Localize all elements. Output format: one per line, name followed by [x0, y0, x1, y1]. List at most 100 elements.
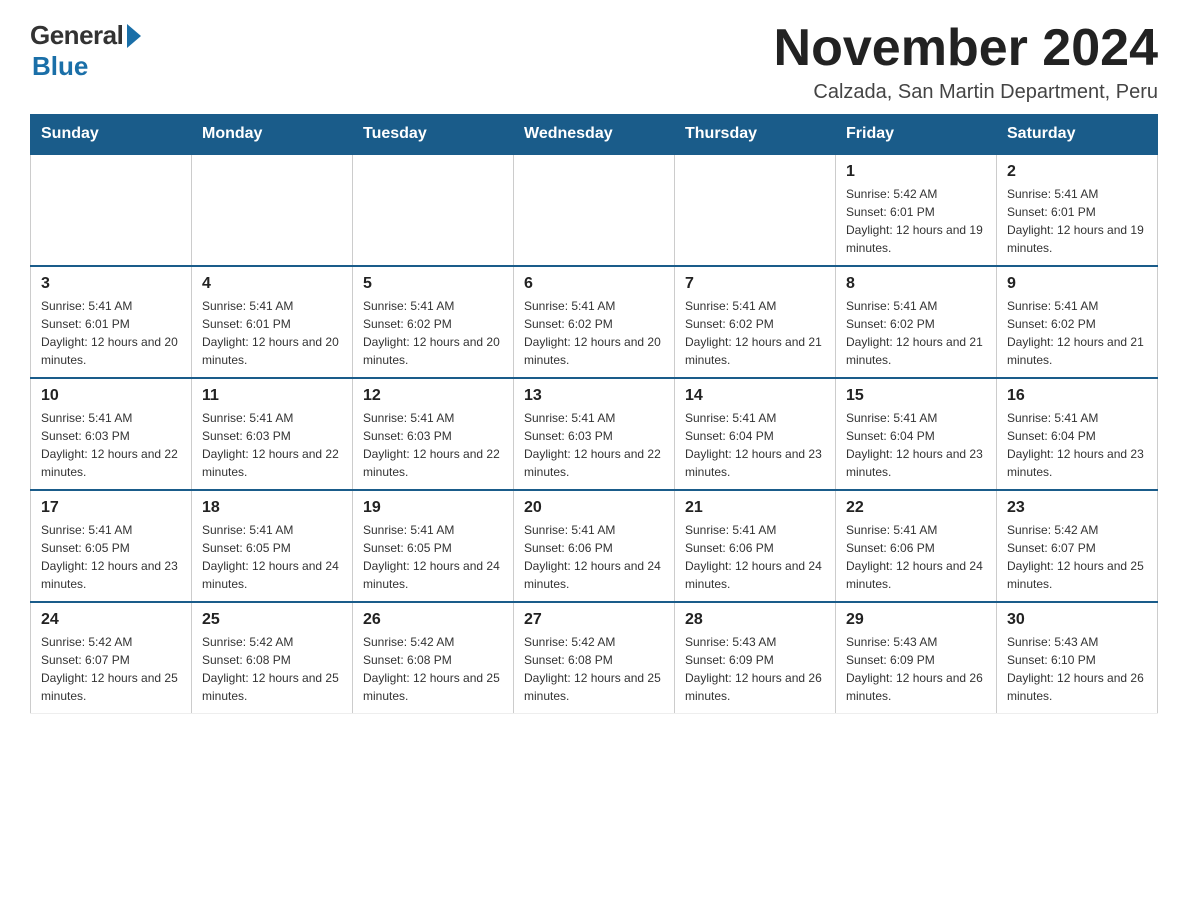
calendar-cell: 23 Sunrise: 5:42 AMSunset: 6:07 PMDayligh… [997, 490, 1158, 602]
day-info: Sunrise: 5:41 AMSunset: 6:02 PMDaylight:… [685, 297, 825, 369]
logo-blue-text: Blue [32, 51, 88, 82]
main-title: November 2024 [774, 20, 1158, 77]
day-info: Sunrise: 5:41 AMSunset: 6:02 PMDaylight:… [1007, 297, 1147, 369]
day-info: Sunrise: 5:42 AMSunset: 6:08 PMDaylight:… [363, 633, 503, 705]
day-number: 17 [41, 499, 181, 517]
calendar-cell: 30 Sunrise: 5:43 AMSunset: 6:10 PMDayligh… [997, 602, 1158, 714]
day-number: 6 [524, 275, 664, 293]
header-saturday: Saturday [997, 115, 1158, 155]
calendar-cell: 21 Sunrise: 5:41 AMSunset: 6:06 PMDayligh… [675, 490, 836, 602]
day-info: Sunrise: 5:42 AMSunset: 6:07 PMDaylight:… [41, 633, 181, 705]
calendar-cell: 18 Sunrise: 5:41 AMSunset: 6:05 PMDayligh… [192, 490, 353, 602]
day-number: 13 [524, 387, 664, 405]
day-number: 24 [41, 611, 181, 629]
calendar-cell: 22 Sunrise: 5:41 AMSunset: 6:06 PMDayligh… [836, 490, 997, 602]
calendar-cell: 1Sunrise: 5:42 AMSunset: 6:01 PMDaylight… [836, 154, 997, 266]
day-info: Sunrise: 5:41 AMSunset: 6:06 PMDaylight:… [685, 521, 825, 593]
calendar-cell: 27 Sunrise: 5:42 AMSunset: 6:08 PMDayligh… [514, 602, 675, 714]
logo-arrow-icon [127, 24, 141, 48]
day-info: Sunrise: 5:41 AMSunset: 6:01 PMDaylight:… [1007, 185, 1147, 257]
day-number: 27 [524, 611, 664, 629]
day-info: Sunrise: 5:41 AMSunset: 6:03 PMDaylight:… [202, 409, 342, 481]
calendar-cell: 24 Sunrise: 5:42 AMSunset: 6:07 PMDayligh… [31, 602, 192, 714]
calendar-week-row: 10 Sunrise: 5:41 AMSunset: 6:03 PMDayligh… [31, 378, 1158, 490]
day-info: Sunrise: 5:41 AMSunset: 6:01 PMDaylight:… [41, 297, 181, 369]
day-info: Sunrise: 5:41 AMSunset: 6:04 PMDaylight:… [846, 409, 986, 481]
calendar-cell: 6 Sunrise: 5:41 AMSunset: 6:02 PMDaylight… [514, 266, 675, 378]
day-number: 2 [1007, 163, 1147, 181]
calendar-cell: 26 Sunrise: 5:42 AMSunset: 6:08 PMDayligh… [353, 602, 514, 714]
day-info: Sunrise: 5:42 AMSunset: 6:07 PMDaylight:… [1007, 521, 1147, 593]
day-info: Sunrise: 5:41 AMSunset: 6:02 PMDaylight:… [524, 297, 664, 369]
day-number: 10 [41, 387, 181, 405]
header-tuesday: Tuesday [353, 115, 514, 155]
day-number: 22 [846, 499, 986, 517]
calendar-header-row: SundayMondayTuesdayWednesdayThursdayFrid… [31, 115, 1158, 155]
day-info: Sunrise: 5:41 AMSunset: 6:04 PMDaylight:… [685, 409, 825, 481]
day-number: 30 [1007, 611, 1147, 629]
day-info: Sunrise: 5:43 AMSunset: 6:09 PMDaylight:… [685, 633, 825, 705]
calendar-cell: 20 Sunrise: 5:41 AMSunset: 6:06 PMDayligh… [514, 490, 675, 602]
header-wednesday: Wednesday [514, 115, 675, 155]
day-info: Sunrise: 5:41 AMSunset: 6:02 PMDaylight:… [846, 297, 986, 369]
day-info: Sunrise: 5:43 AMSunset: 6:10 PMDaylight:… [1007, 633, 1147, 705]
day-number: 16 [1007, 387, 1147, 405]
day-info: Sunrise: 5:41 AMSunset: 6:03 PMDaylight:… [524, 409, 664, 481]
day-info: Sunrise: 5:41 AMSunset: 6:06 PMDaylight:… [524, 521, 664, 593]
calendar-cell: 10Sunrise: 5:41 AMSunset: 6:03 PMDayligh… [31, 378, 192, 490]
day-info: Sunrise: 5:41 AMSunset: 6:05 PMDaylight:… [202, 521, 342, 593]
day-number: 11 [202, 387, 342, 405]
title-area: November 2024 Calzada, San Martin Depart… [774, 20, 1158, 104]
day-number: 14 [685, 387, 825, 405]
day-number: 3 [41, 275, 181, 293]
day-number: 28 [685, 611, 825, 629]
logo: General Blue [30, 20, 141, 82]
day-info: Sunrise: 5:41 AMSunset: 6:03 PMDaylight:… [363, 409, 503, 481]
calendar-week-row: 17 Sunrise: 5:41 AMSunset: 6:05 PMDayligh… [31, 490, 1158, 602]
day-info: Sunrise: 5:41 AMSunset: 6:06 PMDaylight:… [846, 521, 986, 593]
calendar-cell: 8 Sunrise: 5:41 AMSunset: 6:02 PMDaylight… [836, 266, 997, 378]
day-number: 26 [363, 611, 503, 629]
day-number: 21 [685, 499, 825, 517]
calendar-cell: 25Sunrise: 5:42 AMSunset: 6:08 PMDayligh… [192, 602, 353, 714]
day-number: 18 [202, 499, 342, 517]
day-number: 23 [1007, 499, 1147, 517]
header-sunday: Sunday [31, 115, 192, 155]
calendar-week-row: 3 Sunrise: 5:41 AMSunset: 6:01 PMDaylight… [31, 266, 1158, 378]
calendar-cell: 16 Sunrise: 5:41 AMSunset: 6:04 PMDayligh… [997, 378, 1158, 490]
day-info: Sunrise: 5:42 AMSunset: 6:01 PMDaylight:… [846, 185, 986, 257]
calendar-cell: 28 Sunrise: 5:43 AMSunset: 6:09 PMDayligh… [675, 602, 836, 714]
day-number: 9 [1007, 275, 1147, 293]
day-number: 7 [685, 275, 825, 293]
day-info: Sunrise: 5:41 AMSunset: 6:04 PMDaylight:… [1007, 409, 1147, 481]
logo-general-text: General [30, 20, 123, 51]
calendar-cell: 4Sunrise: 5:41 AMSunset: 6:01 PMDaylight… [192, 266, 353, 378]
calendar-cell [31, 154, 192, 266]
day-number: 19 [363, 499, 503, 517]
calendar-cell: 13 Sunrise: 5:41 AMSunset: 6:03 PMDayligh… [514, 378, 675, 490]
calendar-cell: 19 Sunrise: 5:41 AMSunset: 6:05 PMDayligh… [353, 490, 514, 602]
calendar-cell: 7 Sunrise: 5:41 AMSunset: 6:02 PMDaylight… [675, 266, 836, 378]
calendar-table: SundayMondayTuesdayWednesdayThursdayFrid… [30, 114, 1158, 714]
day-info: Sunrise: 5:41 AMSunset: 6:01 PMDaylight:… [202, 297, 342, 369]
calendar-cell [514, 154, 675, 266]
calendar-cell: 2 Sunrise: 5:41 AMSunset: 6:01 PMDaylight… [997, 154, 1158, 266]
day-number: 20 [524, 499, 664, 517]
day-info: Sunrise: 5:41 AMSunset: 6:02 PMDaylight:… [363, 297, 503, 369]
day-number: 29 [846, 611, 986, 629]
day-info: Sunrise: 5:42 AMSunset: 6:08 PMDaylight:… [524, 633, 664, 705]
day-number: 5 [363, 275, 503, 293]
calendar-cell: 15Sunrise: 5:41 AMSunset: 6:04 PMDayligh… [836, 378, 997, 490]
calendar-cell [192, 154, 353, 266]
calendar-cell: 12 Sunrise: 5:41 AMSunset: 6:03 PMDayligh… [353, 378, 514, 490]
calendar-cell [353, 154, 514, 266]
page-header: General Blue November 2024 Calzada, San … [30, 20, 1158, 104]
calendar-cell: 29Sunrise: 5:43 AMSunset: 6:09 PMDayligh… [836, 602, 997, 714]
day-number: 25 [202, 611, 342, 629]
day-number: 12 [363, 387, 503, 405]
calendar-cell: 5 Sunrise: 5:41 AMSunset: 6:02 PMDaylight… [353, 266, 514, 378]
subtitle: Calzada, San Martin Department, Peru [774, 81, 1158, 104]
day-info: Sunrise: 5:41 AMSunset: 6:05 PMDaylight:… [363, 521, 503, 593]
day-number: 8 [846, 275, 986, 293]
header-monday: Monday [192, 115, 353, 155]
